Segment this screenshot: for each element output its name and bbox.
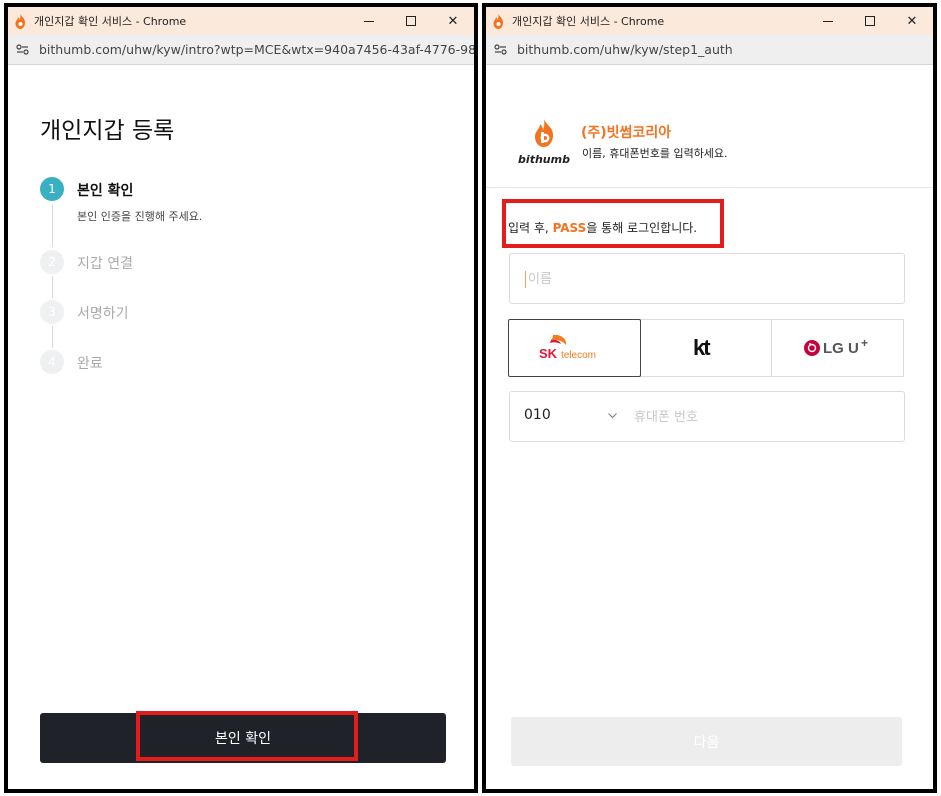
brand-wordmark: bithumb — [518, 153, 570, 166]
left-browser-window: 개인지갑 확인 서비스 - Chrome ✕ bithumb.com/uhw/k… — [4, 3, 478, 793]
phone-field: 010 — [509, 391, 905, 442]
step-label: 완료 — [77, 356, 103, 372]
maximize-button[interactable] — [849, 7, 891, 35]
minimize-button[interactable] — [807, 7, 849, 35]
minimize-icon — [823, 20, 833, 22]
next-button[interactable]: 다음 — [511, 717, 902, 766]
close-button[interactable]: ✕ — [891, 7, 933, 35]
kt-logo: kt — [693, 336, 713, 360]
step-number: 4 — [40, 350, 64, 374]
window-controls: ✕ — [348, 7, 474, 35]
lg-uplus-logo: LG U + — [803, 336, 868, 357]
step-connector — [52, 276, 53, 298]
name-field[interactable] — [509, 253, 905, 304]
sk-text: SK — [539, 346, 558, 361]
close-button[interactable]: ✕ — [432, 7, 474, 35]
maximize-icon — [406, 16, 416, 26]
minimize-icon — [364, 20, 374, 22]
step-number: 1 — [40, 177, 64, 201]
telecom-text: telecom — [561, 350, 596, 361]
page-title: 개인지갑 등록 — [40, 118, 175, 144]
step-label: 서명하기 — [77, 306, 129, 322]
address-bar[interactable]: bithumb.com/uhw/kyw/step1_auth — [486, 35, 933, 65]
url-text[interactable]: bithumb.com/uhw/kyw/step1_auth — [517, 42, 733, 57]
close-icon: ✕ — [447, 13, 459, 29]
window-title: 개인지갑 확인 서비스 - Chrome — [34, 15, 187, 28]
maximize-icon — [865, 16, 875, 26]
tune-icon[interactable] — [16, 44, 29, 55]
carrier-kt-option[interactable]: kt — [639, 319, 773, 377]
carrier-skt-option[interactable]: SK telecom — [508, 319, 641, 377]
lgu-text: LG U — [823, 340, 859, 357]
url-text[interactable]: bithumb.com/uhw/kyw/intro?wtp=MCE&wtx=94… — [39, 42, 474, 57]
maximize-button[interactable] — [390, 7, 432, 35]
step-number: 2 — [40, 250, 64, 274]
highlight-box — [502, 199, 724, 248]
phone-number-input[interactable] — [634, 404, 884, 430]
bithumb-logo: bithumb — [514, 119, 574, 166]
minimize-button[interactable] — [348, 7, 390, 35]
close-icon: ✕ — [906, 13, 918, 29]
bithumb-flame-icon — [535, 119, 553, 147]
carrier-code-select[interactable]: 010 — [524, 407, 551, 423]
step-connector — [52, 326, 53, 348]
sk-telecom-logo: SK telecom — [539, 334, 596, 361]
carrier-selector: SK telecom kt LG U + — [508, 319, 905, 377]
bithumb-flame-icon — [15, 13, 25, 29]
step-label: 지갑 연결 — [77, 256, 133, 272]
company-description: 이름, 휴대폰번호를 입력하세요. — [582, 147, 728, 160]
text-caret — [525, 271, 526, 288]
tune-icon[interactable] — [494, 44, 507, 55]
title-bar[interactable]: 개인지갑 확인 서비스 - Chrome ✕ — [8, 7, 474, 35]
company-name: (주)빗썸코리아 — [581, 125, 672, 141]
highlight-box — [136, 711, 358, 761]
kt-text: kt — [693, 336, 711, 360]
step-description: 본인 인증을 진행해 주세요. — [77, 210, 203, 223]
carrier-lgu-option[interactable]: LG U + — [771, 319, 905, 377]
next-button-label: 다음 — [693, 734, 720, 751]
divider — [486, 187, 933, 188]
right-browser-window: 개인지갑 확인 서비스 - Chrome ✕ bithumb.com/uhw/k… — [482, 3, 937, 793]
name-input[interactable] — [528, 266, 888, 292]
step-connector — [52, 204, 53, 247]
chevron-down-icon[interactable] — [608, 411, 617, 420]
window-controls: ✕ — [807, 7, 933, 35]
lgu-plus-text: + — [861, 336, 868, 350]
step-number: 3 — [40, 300, 64, 324]
title-bar[interactable]: 개인지갑 확인 서비스 - Chrome ✕ — [486, 7, 933, 35]
window-title: 개인지갑 확인 서비스 - Chrome — [512, 15, 665, 28]
step-label: 본인 확인 — [77, 183, 134, 199]
address-bar[interactable]: bithumb.com/uhw/kyw/intro?wtp=MCE&wtx=94… — [8, 35, 474, 65]
bithumb-flame-icon — [493, 13, 503, 29]
